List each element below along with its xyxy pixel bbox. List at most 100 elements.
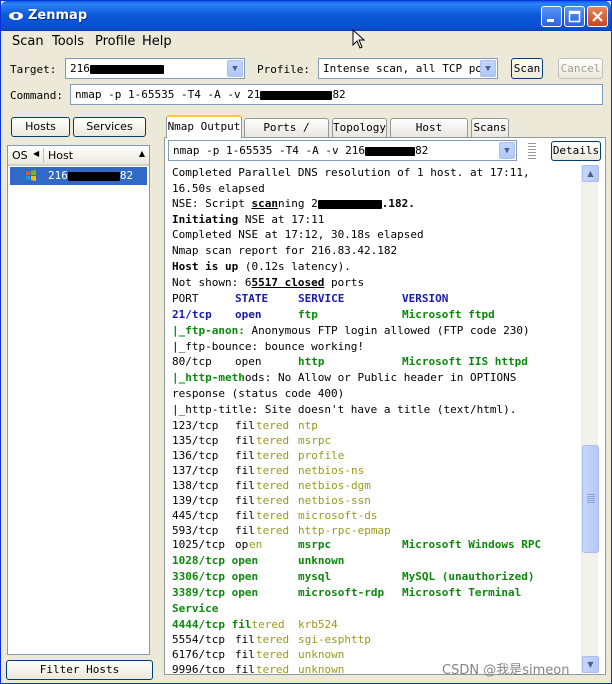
output-text: ods: No Allow or Public header in OPTION… (244, 371, 517, 384)
output-text: 445/tcp (172, 509, 219, 522)
output-text: |_ftp-anon: (172, 324, 245, 337)
output-text: 139/tcp (172, 494, 219, 507)
output-text: fil (235, 509, 255, 522)
output-text: 9996/tcp (172, 663, 225, 673)
output-port-line: 3389/tcp open microsoft-rdp Microsoft Term… (172, 585, 521, 601)
column-host[interactable]: Host (48, 149, 73, 162)
details-button[interactable]: Details (551, 141, 601, 161)
output-port-header: PORT STATE SERVICE VERSION (172, 291, 448, 307)
output-line: Not shown: 65517 closed ports (172, 275, 364, 291)
output-text: sgi-esphttp (298, 633, 371, 646)
output-text: fil (235, 449, 255, 462)
output-text: fil (235, 524, 255, 537)
output-port-line: 138/tcp fil tered netbios-dgm (172, 478, 371, 494)
command-input[interactable]: nmap -p 1-65535 -T4 -A -v 21 82 (70, 84, 603, 105)
output-text: ntp (298, 419, 318, 432)
output-line: Completed NSE at 17:12, 30.18s elapsed (172, 228, 424, 241)
scroll-up-arrow-icon[interactable]: ▲ (582, 165, 599, 182)
minimize-button[interactable] (541, 6, 562, 27)
output-text: 3306/tcp open (172, 570, 259, 583)
services-toggle-button[interactable]: Services (73, 117, 146, 137)
output-text: 21/tcp (172, 308, 212, 321)
chevron-down-icon[interactable]: ▼ (227, 60, 243, 77)
output-port-line: 136/tcp fil tered profile (172, 448, 344, 464)
zenmap-window: Zenmap Scan Tools Profile Help Target: 2… (0, 0, 612, 684)
output-text: 6176/tcp (172, 648, 225, 661)
output-text: SERVICE (298, 292, 345, 305)
resize-grip[interactable] (528, 143, 536, 159)
output-text: Initiating (172, 213, 239, 226)
output-text: MySQL (unauthorized) (402, 570, 535, 583)
chevron-down-icon[interactable]: ▼ (499, 142, 515, 159)
scan-button[interactable]: Scan (511, 58, 543, 79)
output-port-line: 123/tcp fil tered ntp (172, 418, 318, 434)
cancel-button[interactable]: Cancel (558, 58, 603, 79)
output-line: |_ftp-anon: Anonymous FTP login allowed … (172, 323, 530, 339)
filter-hosts-button[interactable]: Filter Hosts (6, 660, 153, 680)
column-separator[interactable] (43, 148, 44, 163)
host-name-suffix: 82 (119, 169, 134, 182)
maximize-icon (568, 10, 581, 23)
watermark: CSDN @我是simeon (442, 663, 570, 678)
tab-scans[interactable]: Scans (471, 118, 509, 138)
output-text: fil (235, 479, 255, 492)
output-text: fil (235, 434, 255, 447)
menu-tools[interactable]: Tools (52, 34, 84, 49)
profile-combobox[interactable]: Intense scan, all TCP port ▼ (318, 58, 498, 79)
output-port-line: 445/tcp fil tered microsoft-ds (172, 508, 377, 524)
output-text: tered (256, 419, 290, 432)
output-text: 1025/tcp (172, 538, 225, 551)
output-text: mysql (298, 570, 332, 583)
tab-host-details[interactable]: Host Details (390, 118, 468, 152)
column-os[interactable]: OS (12, 149, 28, 162)
close-button[interactable] (587, 6, 608, 27)
output-scrollbar[interactable]: ▲ ▼ (581, 165, 599, 673)
output-text: op (235, 538, 249, 551)
host-name-prefix: 216 (48, 169, 68, 182)
menu-scan[interactable]: Scan (12, 34, 44, 49)
output-text: 137/tcp (172, 464, 219, 477)
output-text: open (235, 308, 262, 321)
target-label: Target: (10, 63, 57, 76)
output-text: profile (298, 449, 345, 462)
output-text: (0.12s latency). (238, 260, 351, 273)
output-text: Microsoft Windows RPC (402, 538, 542, 551)
output-text: VERSION (402, 292, 449, 305)
menu-profile[interactable]: Profile (95, 34, 135, 49)
maximize-button[interactable] (564, 6, 585, 27)
scan-selector-combobox[interactable]: nmap -p 1-65535 -T4 -A -v 216 82 ▼ (168, 140, 517, 161)
output-text: PORT (172, 292, 199, 305)
close-icon (592, 11, 603, 22)
output-text: tered (251, 618, 285, 631)
redaction-mark (317, 199, 382, 209)
output-text: tered (256, 633, 290, 646)
output-text: fil (235, 633, 255, 646)
window-title: Zenmap (28, 8, 88, 23)
tab-topology[interactable]: Topology (332, 118, 387, 138)
chevron-down-icon[interactable]: ▼ (480, 60, 496, 77)
hosts-toggle-button[interactable]: Hosts (11, 117, 70, 137)
host-row[interactable]: 216 82 (10, 167, 147, 185)
target-combobox[interactable]: 216 ▼ (65, 58, 245, 79)
menu-help[interactable]: Help (142, 34, 172, 49)
scrollbar-thumb[interactable] (582, 445, 599, 553)
output-port-line: 139/tcp fil tered netbios-ssn (172, 493, 371, 509)
scroll-down-arrow-icon[interactable]: ▼ (582, 656, 599, 673)
tab-nmap-output[interactable]: Nmap Output (166, 115, 242, 138)
output-line: |_http-title: Site doesn't have a title … (172, 403, 517, 416)
output-text: tered (256, 509, 290, 522)
output-line: |_ftp-bounce: bounce working! (172, 340, 365, 353)
nmap-output-text[interactable]: Completed Parallel DNS resolution of 1 h… (168, 165, 581, 673)
title-bar[interactable]: Zenmap (1, 1, 611, 31)
output-port-line: 1028/tcp open unknown (172, 553, 344, 569)
output-text: microsoft-rdp (298, 586, 385, 599)
host-list[interactable]: OS ◀ Host ▲ 216 82 (7, 145, 150, 655)
output-text: |_http-meth (172, 371, 245, 384)
tab-ports-hosts[interactable]: Ports / Hosts (244, 118, 329, 152)
output-text: 5554/tcp (172, 633, 225, 646)
mouse-cursor-icon (352, 29, 366, 49)
output-text: NSE at 17:11 (238, 213, 325, 226)
minimize-icon (547, 19, 554, 22)
output-text: tered (256, 663, 290, 673)
output-text: Microsoft IIS httpd (402, 355, 528, 368)
